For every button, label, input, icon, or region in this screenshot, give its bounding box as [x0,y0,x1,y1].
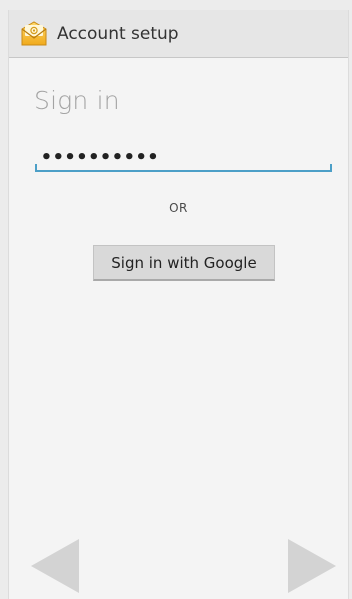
next-button[interactable] [283,538,337,594]
previous-arrow-icon [30,538,84,594]
email-app-icon [20,21,48,47]
next-arrow-icon [283,538,337,594]
or-separator: OR [169,201,188,215]
password-field[interactable] [35,144,332,172]
sign-in-heading: Sign in [34,86,120,115]
previous-button[interactable] [30,538,84,594]
password-field-right-corner [330,164,332,172]
action-bar: Account setup [9,10,348,58]
account-setup-screen: Account setup Sign in OR Sign in with Go… [8,10,349,599]
password-field-left-corner [35,164,37,172]
action-bar-title: Account setup [57,24,179,44]
sign-in-with-google-button[interactable]: Sign in with Google [93,245,275,281]
